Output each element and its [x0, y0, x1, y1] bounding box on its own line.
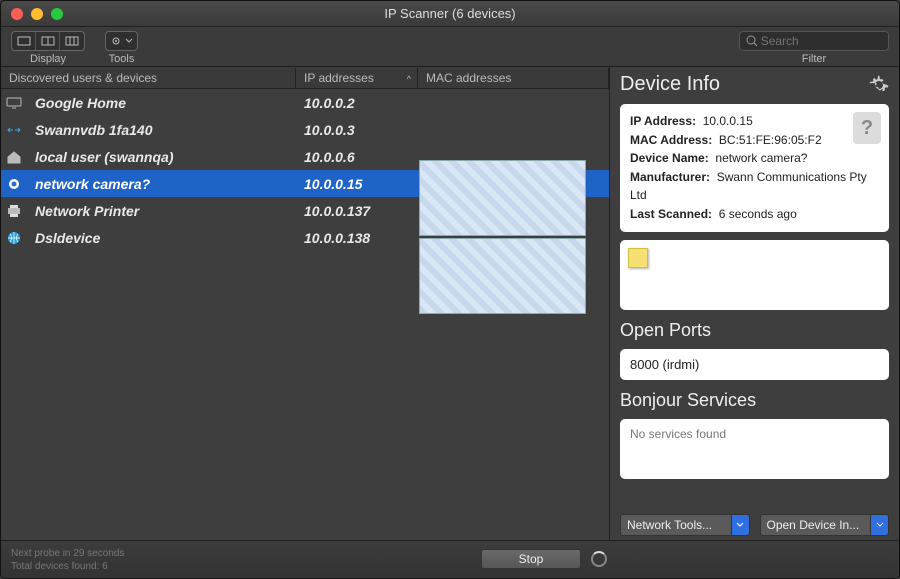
layout-option-3-icon[interactable]	[60, 32, 84, 50]
gear-icon	[110, 35, 122, 47]
device-name: local user (swannqa)	[27, 149, 296, 165]
sticky-note-icon	[628, 248, 648, 268]
app-window: IP Scanner (6 devices) Display Tools Fil	[0, 0, 900, 579]
device-ip: 10.0.0.138	[296, 230, 418, 246]
close-window-button[interactable]	[11, 8, 23, 20]
open-ports-value: 8000 (irdmi)	[630, 357, 699, 372]
tools-tool-group: Tools	[105, 31, 138, 65]
search-group: Filter	[739, 31, 889, 65]
device-name: Google Home	[27, 95, 296, 111]
search-field[interactable]	[739, 31, 889, 51]
info-label-name: Device Name:	[630, 151, 709, 165]
col-header-mac[interactable]: MAC addresses	[418, 68, 609, 88]
device-type-icon	[1, 176, 27, 192]
info-value-name: network camera?	[715, 151, 807, 165]
tools-label: Tools	[109, 53, 135, 65]
search-icon	[746, 35, 757, 47]
info-value-ip: 10.0.0.15	[703, 114, 753, 128]
device-type-icon	[1, 123, 27, 137]
search-input[interactable]	[761, 34, 882, 48]
zoom-window-button[interactable]	[51, 8, 63, 20]
device-info-title: Device Info	[620, 73, 720, 96]
info-label-lastscan: Last Scanned:	[630, 207, 712, 221]
open-device-button[interactable]: Open Device In...	[760, 514, 890, 536]
tools-menu-button[interactable]	[105, 31, 138, 51]
stop-button[interactable]: Stop	[481, 549, 581, 569]
minimize-window-button[interactable]	[31, 8, 43, 20]
bonjour-card: No services found	[620, 419, 889, 479]
chevron-down-icon	[731, 515, 749, 535]
device-info-card: ? IP Address: 10.0.0.15 MAC Address: BC:…	[620, 104, 889, 232]
toolbar: Display Tools Filter	[1, 27, 899, 67]
display-segmented-control[interactable]	[11, 31, 85, 51]
preview-thumbnail	[419, 238, 586, 314]
info-value-lastscan: 6 seconds ago	[719, 207, 797, 221]
device-ip: 10.0.0.15	[296, 176, 418, 192]
device-name: Network Printer	[27, 203, 296, 219]
chevron-down-icon	[125, 38, 133, 44]
notes-card[interactable]	[620, 240, 889, 310]
window-title: IP Scanner (6 devices)	[1, 6, 899, 21]
preview-thumbnail	[419, 160, 586, 236]
device-info-header: Device Info	[620, 73, 889, 96]
bonjour-text: No services found	[630, 427, 726, 441]
open-ports-card: 8000 (irdmi)	[620, 349, 889, 380]
status-bar: Next probe in 29 seconds Total devices f…	[1, 540, 899, 578]
display-label: Display	[30, 53, 66, 65]
display-tool-group: Display	[11, 31, 85, 65]
network-tools-label: Network Tools...	[627, 518, 712, 532]
device-name: network camera?	[27, 176, 296, 192]
open-device-label: Open Device In...	[767, 518, 860, 532]
info-label-ip: IP Address:	[630, 114, 696, 128]
spinner-icon	[591, 551, 607, 567]
chevron-down-icon	[870, 515, 888, 535]
device-info-panel: Device Info ? IP Address: 10.0.0.15 MAC …	[609, 67, 899, 540]
filter-label: Filter	[802, 53, 826, 65]
device-row[interactable]: Swannvdb 1fa14010.0.0.3	[1, 116, 609, 143]
info-value-mac: BC:51:FE:96:05:F2	[719, 133, 822, 147]
thumbnail-column	[419, 160, 586, 314]
main-content: Discovered users & devices IP addresses^…	[1, 67, 899, 540]
device-row[interactable]: Google Home10.0.0.2	[1, 89, 609, 116]
sort-ascending-icon: ^	[407, 74, 411, 84]
device-ip: 10.0.0.6	[296, 149, 418, 165]
layout-option-2-icon[interactable]	[36, 32, 60, 50]
device-ip: 10.0.0.137	[296, 203, 418, 219]
unknown-device-icon: ?	[853, 112, 881, 144]
bonjour-heading: Bonjour Services	[620, 390, 889, 411]
device-list-panel: Discovered users & devices IP addresses^…	[1, 67, 609, 540]
col-header-ip[interactable]: IP addresses^	[296, 68, 418, 88]
device-type-icon	[1, 230, 27, 246]
status-text: Next probe in 29 seconds Total devices f…	[11, 547, 124, 573]
info-label-manufacturer: Manufacturer:	[630, 170, 710, 184]
device-ip: 10.0.0.2	[296, 95, 418, 111]
open-ports-heading: Open Ports	[620, 320, 889, 341]
titlebar: IP Scanner (6 devices)	[1, 1, 899, 27]
gear-icon[interactable]	[869, 75, 889, 95]
status-line-1: Next probe in 29 seconds	[11, 547, 124, 560]
device-type-icon	[1, 204, 27, 218]
col-header-name[interactable]: Discovered users & devices	[1, 68, 296, 88]
traffic-lights	[1, 8, 63, 20]
device-rows: Google Home10.0.0.2Swannvdb 1fa14010.0.0…	[1, 89, 609, 540]
network-tools-button[interactable]: Network Tools...	[620, 514, 750, 536]
layout-option-1-icon[interactable]	[12, 32, 36, 50]
device-ip: 10.0.0.3	[296, 122, 418, 138]
device-type-icon	[1, 149, 27, 165]
device-name: Dsldevice	[27, 230, 296, 246]
info-label-mac: MAC Address:	[630, 133, 712, 147]
column-headers: Discovered users & devices IP addresses^…	[1, 67, 609, 89]
device-name: Swannvdb 1fa140	[27, 122, 296, 138]
right-footer-buttons: Network Tools... Open Device In...	[620, 508, 889, 536]
status-line-2: Total devices found: 6	[11, 560, 124, 573]
device-type-icon	[1, 96, 27, 110]
